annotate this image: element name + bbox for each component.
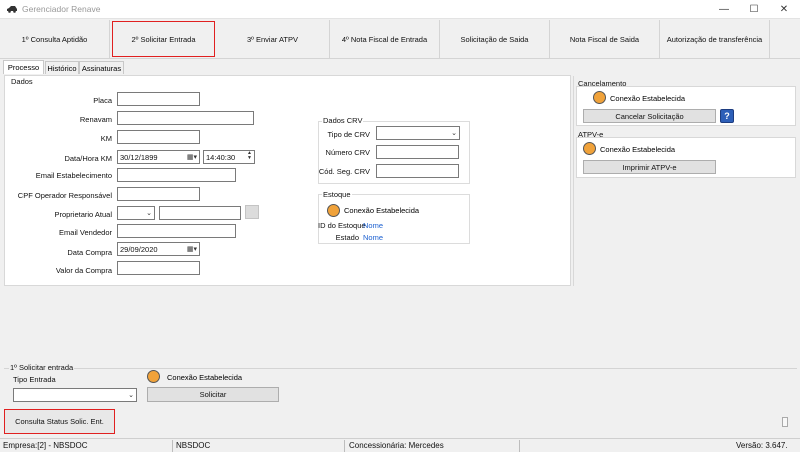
minimize-button[interactable]: — bbox=[709, 0, 739, 19]
tab-autorizacao-transferencia[interactable]: Autorização de transferência bbox=[660, 20, 770, 58]
id-estoque-value: Nome bbox=[363, 221, 384, 230]
cod-seg-crv-label: Cód. Seg. CRV bbox=[318, 167, 370, 176]
maximize-button[interactable]: ☐ bbox=[739, 0, 769, 19]
title-bar: Gerenciador Renave — ☐ ✕ bbox=[0, 0, 800, 19]
tabs-divider bbox=[0, 58, 800, 59]
hora-km-spinner[interactable]: 14:40:30 ▲ ▼ bbox=[203, 150, 255, 164]
status-separator bbox=[172, 440, 173, 452]
help-icon[interactable]: ? bbox=[720, 109, 734, 123]
status-empresa: Empresa:[2] - NBSDOC bbox=[3, 441, 88, 450]
numero-crv-input[interactable] bbox=[376, 145, 459, 159]
app-car-icon bbox=[7, 6, 17, 13]
solicitar-status-dot bbox=[147, 370, 160, 383]
cancelar-solicitacao-button[interactable]: Cancelar Solicitação bbox=[583, 109, 716, 123]
status-concessionaria: Concessionária: Mercedes bbox=[349, 441, 444, 450]
data-compra-picker[interactable]: 29/09/2020 ▦▾ bbox=[117, 242, 200, 256]
tipo-entrada-select[interactable]: ⌄ bbox=[13, 388, 137, 402]
tipo-entrada-label: Tipo Entrada bbox=[13, 375, 56, 384]
data-hora-km-label: Data/Hora KM bbox=[64, 154, 112, 163]
tab-enviar-atpv[interactable]: 3º Enviar ATPV bbox=[216, 20, 330, 58]
cancelamento-status-text: Conexão Estabelecida bbox=[610, 94, 686, 103]
km-input[interactable] bbox=[117, 130, 200, 144]
renavam-input[interactable] bbox=[117, 111, 254, 125]
imprimir-atpv-button[interactable]: Imprimir ATPV-e bbox=[583, 160, 716, 174]
atpv-status-text: Conexão Estabelecida bbox=[600, 145, 676, 154]
estado-label: Estado bbox=[335, 233, 359, 242]
tipo-crv-select[interactable]: ⌄ bbox=[376, 126, 460, 140]
calendar-dropdown-icon[interactable]: ▦▾ bbox=[187, 243, 197, 255]
solicitar-button[interactable]: Solicitar bbox=[147, 387, 279, 402]
email-vendedor-label: Email Vendedor bbox=[59, 228, 112, 237]
data-compra-label: Data Compra bbox=[67, 248, 112, 257]
proprietario-atual-input[interactable] bbox=[159, 206, 241, 220]
estoque-status-dot bbox=[327, 204, 340, 217]
resize-grip-icon[interactable] bbox=[782, 417, 788, 427]
valor-compra-input[interactable] bbox=[117, 261, 200, 275]
km-label: KM bbox=[100, 134, 112, 143]
status-versao: Versão: 3.647. bbox=[736, 441, 788, 450]
proprietario-search-button[interactable] bbox=[245, 205, 259, 219]
window-title: Gerenciador Renave bbox=[22, 4, 101, 14]
data-km-value: 30/12/1899 bbox=[120, 152, 158, 162]
atpv-status-dot bbox=[583, 142, 596, 155]
dados-title: Dados bbox=[11, 77, 33, 86]
subtab-historico[interactable]: Histórico bbox=[45, 61, 79, 74]
tab-consulta-aptidao[interactable]: 1º Consulta Aptidão bbox=[0, 20, 110, 58]
tab-nota-fiscal-saida[interactable]: Nota Fiscal de Saida bbox=[550, 20, 660, 58]
cpf-operador-label: CPF Operador Responsável bbox=[17, 191, 112, 200]
spinner-arrows-icon[interactable]: ▲ ▼ bbox=[247, 151, 252, 163]
subtab-assinaturas[interactable]: Assinaturas bbox=[79, 61, 124, 74]
status-separator bbox=[344, 440, 345, 452]
chevron-down-icon: ⌄ bbox=[128, 392, 134, 399]
valor-compra-label: Valor da Compra bbox=[55, 266, 112, 275]
solicitar-divider bbox=[4, 368, 797, 369]
proprietario-atual-label: Proprietario Atual bbox=[54, 210, 112, 219]
placa-label: Placa bbox=[93, 96, 112, 105]
status-separator bbox=[519, 440, 520, 452]
dados-crv-title: Dados CRV bbox=[322, 116, 364, 125]
estoque-status-text: Conexão Estabelecida bbox=[344, 206, 420, 215]
solicitar-status-text: Conexão Estabelecida bbox=[167, 373, 243, 382]
numero-crv-label: Número CRV bbox=[325, 148, 370, 157]
tab-solicitacao-saida[interactable]: Solicitação de Saida bbox=[440, 20, 550, 58]
status-user: NBSDOC bbox=[176, 441, 211, 450]
status-bar: Empresa:[2] - NBSDOC NBSDOC Concessionár… bbox=[0, 438, 800, 452]
email-vendedor-input[interactable] bbox=[117, 224, 236, 238]
renavam-label: Renavam bbox=[79, 115, 112, 124]
consulta-status-button[interactable]: Consulta Status Solic. Ent. bbox=[4, 409, 115, 434]
estado-value: Nome bbox=[363, 233, 384, 242]
calendar-dropdown-icon[interactable]: ▦▾ bbox=[187, 151, 197, 163]
chevron-down-icon: ⌄ bbox=[146, 210, 152, 217]
cod-seg-crv-input[interactable] bbox=[376, 164, 459, 178]
data-compra-value: 29/09/2020 bbox=[120, 244, 158, 254]
tab-solicitar-entrada[interactable]: 2º Solicitar Entrada bbox=[112, 21, 215, 57]
close-button[interactable]: ✕ bbox=[769, 0, 799, 19]
tab-nota-fiscal-entrada[interactable]: 4º Nota Fiscal de Entrada bbox=[330, 20, 440, 58]
id-estoque-label: ID do Estoque bbox=[318, 221, 366, 230]
chevron-down-icon: ⌄ bbox=[451, 130, 457, 137]
estoque-title: Estoque bbox=[322, 190, 352, 199]
cpf-operador-input[interactable] bbox=[117, 187, 200, 201]
hora-km-value: 14:40:30 bbox=[206, 152, 236, 162]
proprietario-tipo-select[interactable]: ⌄ bbox=[117, 206, 155, 220]
email-estabelecimento-label: Email Estabelecimento bbox=[35, 171, 112, 180]
subtab-processo[interactable]: Processo bbox=[3, 60, 44, 74]
cancelamento-status-dot bbox=[593, 91, 606, 104]
placa-input[interactable] bbox=[117, 92, 200, 106]
solicitar-title: 1º Solicitar entrada bbox=[9, 363, 75, 372]
data-km-picker[interactable]: 30/12/1899 ▦▾ bbox=[117, 150, 200, 164]
tipo-crv-label: Tipo de CRV bbox=[327, 130, 370, 139]
email-estabelecimento-input[interactable] bbox=[117, 168, 236, 182]
